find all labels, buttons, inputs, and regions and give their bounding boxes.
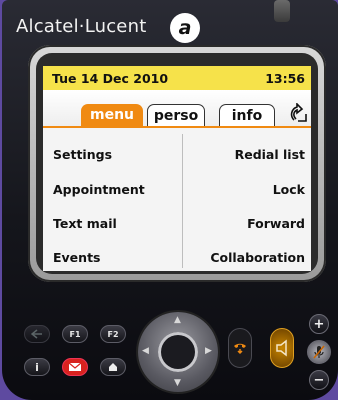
envelope-icon (68, 362, 82, 371)
back-key[interactable] (24, 325, 50, 343)
dpad-left-icon[interactable]: ◀ (142, 347, 149, 356)
volume-up-button[interactable]: + (309, 314, 329, 334)
tab-perso[interactable]: perso (147, 104, 205, 126)
dpad-down-icon[interactable]: ▼ (174, 379, 181, 388)
hangup-button[interactable] (228, 328, 252, 368)
phone-handset-icon (234, 343, 246, 355)
menu-grid: Settings Appointment Text mail Events Re… (43, 128, 311, 271)
back-arrow-icon (31, 329, 42, 339)
phone-body: Alcatel·Lucent a Tue 14 Dec 2010 13:56 m… (2, 0, 338, 400)
mute-button[interactable] (307, 340, 331, 364)
microphone-mute-icon (313, 345, 325, 359)
brand-name: Alcatel·Lucent (16, 16, 147, 37)
status-bar: Tue 14 Dec 2010 13:56 (43, 66, 311, 90)
menu-item-redial-list[interactable]: Redial list (235, 147, 305, 162)
top-nub (274, 0, 290, 22)
menu-item-collaboration[interactable]: Collaboration (210, 250, 305, 265)
status-date: Tue 14 Dec 2010 (52, 71, 169, 86)
volume-down-button[interactable]: − (309, 370, 329, 390)
phone-screen: Tue 14 Dec 2010 13:56 menu perso info Se… (43, 66, 311, 271)
keypad: F1 F2 i ▲ ▼ ◀ ▶ + − (2, 290, 338, 400)
menu-item-events[interactable]: Events (53, 250, 100, 265)
navigation-dpad[interactable]: ▲ ▼ ◀ ▶ (138, 312, 218, 392)
menu-item-lock[interactable]: Lock (273, 182, 305, 197)
alcatel-lucent-logo-icon: a (170, 13, 200, 43)
mail-key[interactable] (62, 358, 88, 376)
menu-item-appointment[interactable]: Appointment (53, 182, 145, 197)
menu-item-settings[interactable]: Settings (53, 147, 112, 162)
rotate-arrow-icon[interactable] (288, 102, 310, 126)
dpad-ok-button[interactable] (158, 332, 198, 372)
menu-item-text-mail[interactable]: Text mail (53, 216, 117, 231)
dpad-up-icon[interactable]: ▲ (174, 316, 181, 325)
status-time: 13:56 (265, 71, 305, 86)
menu-divider (182, 134, 183, 268)
tab-menu[interactable]: menu (81, 104, 143, 126)
speaker-icon (276, 339, 287, 357)
home-icon (109, 363, 117, 371)
f1-key[interactable]: F1 (62, 325, 88, 343)
tab-info[interactable]: info (219, 104, 275, 126)
f2-key[interactable]: F2 (100, 325, 126, 343)
info-key[interactable]: i (24, 358, 50, 376)
tab-strip: menu perso info (43, 90, 311, 128)
menu-item-forward[interactable]: Forward (247, 216, 305, 231)
home-key[interactable] (100, 358, 126, 376)
dpad-right-icon[interactable]: ▶ (205, 347, 212, 356)
speaker-button[interactable] (270, 328, 294, 368)
